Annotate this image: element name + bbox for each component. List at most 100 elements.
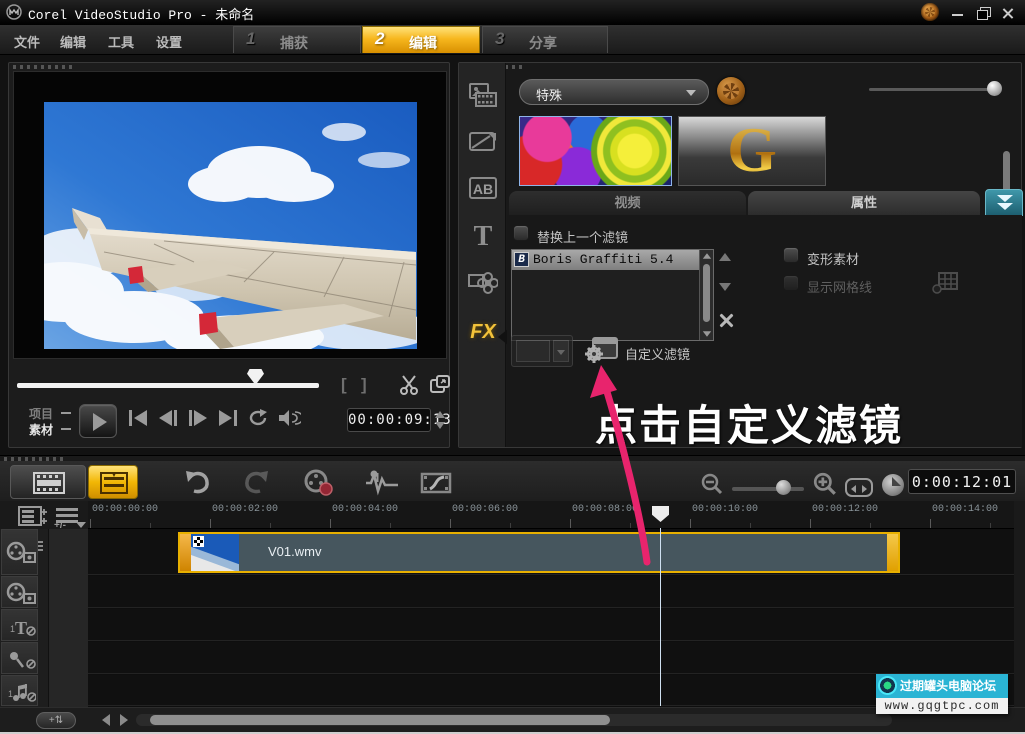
video-track-header[interactable] — [1, 529, 38, 575]
list-item[interactable]: B Boris Graffiti 5.4 — [512, 250, 700, 270]
filter-name: Boris Graffiti 5.4 — [533, 250, 673, 270]
video-track-row[interactable]: V01.wmv — [88, 529, 1014, 575]
zoom-in-icon[interactable] — [812, 471, 838, 497]
mode-clip-label[interactable]: 素材 — [29, 421, 53, 438]
expand-panel-button[interactable] — [985, 189, 1023, 216]
tab-share[interactable]: 3 分享 — [482, 26, 608, 53]
storyboard-view-button[interactable] — [10, 465, 86, 499]
membership-ball-icon[interactable] — [921, 3, 939, 21]
title-track-row[interactable] — [88, 609, 1014, 641]
redo-icon[interactable] — [242, 469, 272, 495]
scroll-thumb[interactable] — [703, 264, 710, 322]
next-frame-button[interactable] — [187, 409, 209, 427]
tab-video[interactable]: 视频 — [509, 191, 746, 215]
gridline-options-icon[interactable] — [931, 269, 959, 295]
filter-thumb-boris-graffiti[interactable]: G — [678, 116, 826, 186]
scroll-down-icon[interactable] — [703, 331, 711, 337]
tab-edit[interactable]: 2 编辑 — [362, 26, 480, 53]
timeline-ruler[interactable]: 00:00:00:0000:00:02:0000:00:04:0000:00:0… — [88, 501, 1014, 529]
repeat-button[interactable] — [247, 409, 269, 427]
menu-tools[interactable]: 工具 — [108, 32, 134, 51]
delete-filter-button[interactable] — [717, 311, 735, 329]
clip-trim-handle-right[interactable] — [887, 534, 898, 571]
fx-filter-icon[interactable]: FX — [468, 321, 498, 344]
minimize-button[interactable] — [949, 6, 967, 20]
list-scrollbar[interactable] — [699, 250, 713, 340]
gallery-scrollbar[interactable] — [1003, 151, 1010, 193]
spin-up-icon[interactable] — [435, 411, 445, 418]
title-track-header[interactable]: 1 T — [1, 609, 38, 641]
scroll-left-icon[interactable] — [102, 714, 110, 726]
preview-timecode[interactable]: 00:00:09:13 — [347, 408, 431, 432]
timeline-view-button[interactable] — [88, 465, 138, 499]
auto-music-icon[interactable] — [420, 469, 456, 497]
scroll-up-icon[interactable] — [702, 253, 710, 259]
mode-project-label[interactable]: 项目 — [29, 405, 53, 422]
overlay-track-row[interactable] — [88, 576, 1014, 608]
scroll-right-icon[interactable] — [120, 714, 128, 726]
close-button[interactable] — [999, 6, 1017, 20]
previous-frame-button[interactable] — [157, 409, 179, 427]
deform-clip-checkbox[interactable] — [783, 247, 799, 263]
show-gridlines-checkbox[interactable] — [783, 275, 799, 291]
project-duration-icon[interactable] — [882, 474, 904, 496]
graphic-icon[interactable] — [468, 267, 498, 295]
sound-mixer-icon[interactable] — [364, 469, 400, 497]
timeline-duration[interactable]: 0:00:12:01 — [908, 469, 1016, 494]
record-capture-icon[interactable] — [302, 469, 336, 497]
menu-edit[interactable]: 编辑 — [60, 32, 86, 51]
track-manager-icon[interactable] — [18, 506, 48, 526]
home-button[interactable] — [127, 409, 149, 427]
panel-grip[interactable] — [13, 65, 73, 69]
voice-track-row[interactable] — [88, 642, 1014, 674]
thumb-size-slider-track[interactable] — [869, 88, 999, 91]
timeline-zoom-slider-handle[interactable] — [776, 480, 791, 495]
media-icon[interactable] — [468, 81, 498, 109]
filter-thumb-kaleidoscope[interactable] — [519, 116, 672, 186]
timecode-spinner[interactable] — [435, 408, 447, 432]
tab-attributes[interactable]: 属性 — [748, 191, 980, 215]
end-button[interactable] — [217, 409, 239, 427]
music-track-header[interactable]: 1 — [1, 675, 38, 706]
overlay-track-header[interactable] — [1, 576, 38, 608]
preset-dropdown-arrow[interactable] — [553, 340, 569, 362]
transition-icon[interactable] — [468, 129, 498, 155]
undo-icon[interactable] — [182, 469, 212, 495]
title-icon[interactable]: T — [468, 221, 498, 253]
move-filter-up-button[interactable] — [719, 253, 731, 261]
play-button[interactable] — [79, 404, 117, 438]
filter-category-select[interactable]: 特殊 — [519, 79, 709, 105]
enlarge-preview-icon[interactable] — [429, 375, 451, 395]
ruler-tick-minor — [270, 523, 271, 528]
tab-capture[interactable]: 1 捕获 — [233, 26, 361, 53]
thumb-size-slider-handle[interactable] — [987, 81, 1002, 96]
track-options-chevron-icon[interactable] — [76, 522, 86, 528]
preview-scrubber[interactable] — [17, 383, 319, 388]
preset-dropdown[interactable] — [511, 335, 573, 367]
library-reel-icon[interactable] — [717, 77, 745, 105]
clip-trim-handle-left[interactable] — [180, 534, 191, 571]
move-filter-down-button[interactable] — [719, 283, 731, 291]
ruler-label: 00:00:06:00 — [452, 504, 518, 515]
menu-file[interactable]: 文件 — [14, 32, 40, 51]
split-clip-scissors-icon[interactable] — [399, 375, 421, 395]
spin-down-icon[interactable] — [435, 422, 445, 429]
swap-tracks-button[interactable]: +⇅ — [36, 712, 76, 729]
zoom-out-icon[interactable] — [700, 472, 724, 496]
applied-filters-list[interactable]: B Boris Graffiti 5.4 — [511, 249, 714, 341]
restore-button[interactable] — [975, 6, 993, 20]
timeline-hscroll-thumb[interactable] — [150, 715, 610, 725]
timeline-hscroll[interactable] — [136, 714, 892, 726]
timeline-clip-v01[interactable]: V01.wmv — [178, 532, 900, 573]
mark-out-button[interactable]: ] — [361, 375, 367, 395]
customize-filter-button[interactable]: 自定义滤镜 — [583, 335, 619, 367]
volume-button[interactable] — [277, 409, 301, 427]
mark-in-button[interactable]: [ — [341, 375, 347, 395]
timeline-zoom-slider-track[interactable] — [732, 487, 804, 491]
replace-filter-checkbox[interactable] — [513, 225, 529, 241]
voice-track-header[interactable] — [1, 642, 38, 674]
preview-monitor — [13, 71, 447, 359]
fit-project-to-window-icon[interactable] — [845, 478, 873, 497]
ab-transition-icon[interactable]: AB — [468, 175, 498, 201]
menu-settings[interactable]: 设置 — [156, 32, 182, 51]
